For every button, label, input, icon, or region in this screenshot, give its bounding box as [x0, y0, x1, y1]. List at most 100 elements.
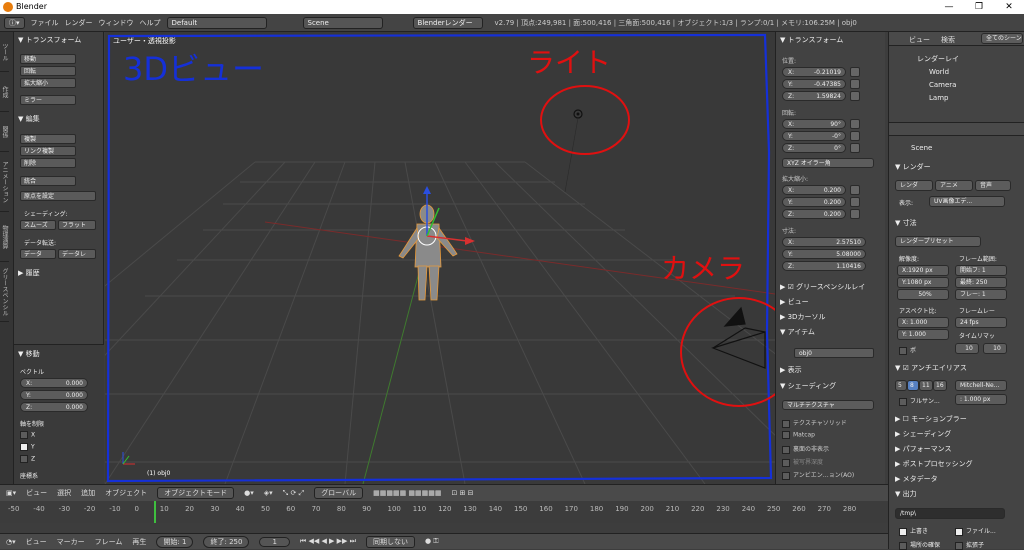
- animation-button[interactable]: アニメ: [935, 180, 973, 191]
- mode-select[interactable]: オブジェクトモード: [157, 487, 235, 499]
- outliner-search-menu[interactable]: 検索: [941, 35, 955, 45]
- outliner-world[interactable]: World: [929, 68, 949, 76]
- location-y-field[interactable]: Y: -0.47385: [782, 79, 846, 89]
- full-sample-checkbox[interactable]: フルサン...: [899, 396, 940, 406]
- properties-tabs[interactable]: [889, 122, 1024, 136]
- orientation-select[interactable]: グローバル: [314, 487, 364, 499]
- scale-button[interactable]: 拡大縮小: [20, 78, 76, 88]
- end-frame-field[interactable]: 終了: 250: [203, 535, 250, 548]
- rotation-x-field[interactable]: X: 90°: [782, 119, 846, 129]
- placeholders-checkbox[interactable]: 場所の確保: [899, 540, 940, 550]
- time-remap-old-field[interactable]: 10: [955, 343, 979, 354]
- render-presets-select[interactable]: レンダープリセット: [895, 236, 981, 247]
- transform-panel-header[interactable]: ▼ トランスフォーム: [18, 35, 99, 45]
- depth-of-field-checkbox[interactable]: 被写界深度: [782, 457, 823, 467]
- constraint-z-checkbox[interactable]: Z: [20, 455, 100, 463]
- current-frame-marker[interactable]: [154, 501, 156, 523]
- filter-size-field[interactable]: : 1.000 px: [955, 394, 1007, 405]
- delete-button[interactable]: 削除: [20, 158, 76, 168]
- texture-solid-checkbox[interactable]: テクスチャソリッド: [782, 418, 847, 428]
- snap-toggle[interactable]: ⊡ ⊞ ⊟: [452, 489, 474, 497]
- add-menu[interactable]: 追加: [81, 488, 95, 498]
- minimize-button[interactable]: —: [934, 0, 964, 14]
- editor-type-icon[interactable]: ⓘ▾: [4, 16, 25, 29]
- time-remap-new-field[interactable]: 10: [983, 343, 1007, 354]
- scale-y-field[interactable]: Y: 0.200: [782, 197, 846, 207]
- frame-start-field[interactable]: 開始フ: 1: [955, 265, 1007, 276]
- audio-button[interactable]: 音声: [975, 180, 1011, 191]
- render-engine-select[interactable]: Blenderレンダー: [412, 16, 483, 29]
- layout-select[interactable]: Default: [166, 16, 267, 29]
- lock-icon[interactable]: [850, 67, 860, 77]
- timeline-view-menu[interactable]: ビュー: [26, 537, 47, 547]
- motion-blur-panel-header[interactable]: ▶ ☐ モーションブラー: [895, 414, 967, 424]
- performance-panel-header[interactable]: ▶ パフォーマンス: [895, 444, 951, 454]
- timeline-ruler[interactable]: -50 -40 -30 -20 -10 0 10 20 30 40 50 60 70 80 90 100 110…: [0, 501, 888, 523]
- menu-window[interactable]: ウィンドウ: [99, 18, 134, 28]
- constraint-x-checkbox[interactable]: X: [20, 431, 100, 439]
- matcap-checkbox[interactable]: Matcap: [782, 431, 815, 439]
- scale-x-field[interactable]: X: 0.200: [782, 185, 846, 195]
- outliner-lamp[interactable]: Lamp: [929, 94, 948, 102]
- 3d-cursor-panel-header[interactable]: ▶ 3Dカーソル: [780, 312, 825, 322]
- menu-render[interactable]: レンダー: [65, 18, 93, 28]
- outliner-render-layers[interactable]: レンダーレイ: [917, 54, 959, 64]
- scene-select[interactable]: Scene: [302, 16, 383, 29]
- view-menu[interactable]: ビュー: [26, 488, 47, 498]
- shading-panel-header-2[interactable]: ▶ シェーディング: [895, 429, 951, 439]
- object-name-field[interactable]: obj0: [794, 348, 874, 358]
- aa-8-button[interactable]: 8: [907, 380, 919, 391]
- z-gizmo-head-icon[interactable]: [423, 186, 431, 194]
- file-extension-checkbox[interactable]: ファイル...: [955, 526, 996, 536]
- move-operator-header[interactable]: ▼ 移動: [18, 349, 100, 359]
- location-x-field[interactable]: X: -0.21019: [782, 67, 846, 77]
- vector-y-field[interactable]: Y: 0.000: [20, 390, 88, 400]
- tab-relations[interactable]: 関係: [0, 112, 9, 152]
- object-menu[interactable]: オブジェクト: [105, 488, 147, 498]
- timeline-frame-menu[interactable]: フレーム: [95, 537, 123, 547]
- display-select[interactable]: UV画像エデ...: [929, 196, 1005, 207]
- viewport-shading-button[interactable]: ●▾: [244, 489, 254, 497]
- rotate-button[interactable]: 回転: [20, 66, 76, 76]
- link-duplicate-button[interactable]: リンク複製: [20, 146, 76, 156]
- aspect-x-field[interactable]: X: 1.000: [897, 317, 949, 328]
- shading-panel-header[interactable]: ▼ シェーディング: [780, 381, 836, 391]
- rotation-z-field[interactable]: Z: 0°: [782, 143, 846, 153]
- dimension-x-field[interactable]: X: 2.57510: [782, 237, 866, 247]
- lock-icon[interactable]: [850, 131, 860, 141]
- lock-icon[interactable]: [850, 209, 860, 219]
- metadata-panel-header[interactable]: ▶ メタデータ: [895, 474, 938, 484]
- tab-animation[interactable]: アニメーション: [0, 152, 9, 212]
- sync-select[interactable]: 同期しない: [365, 535, 415, 548]
- select-menu[interactable]: 選択: [57, 488, 71, 498]
- pivot-point-button[interactable]: ◈▾: [264, 489, 273, 497]
- aa-11-button[interactable]: 11: [919, 380, 933, 391]
- tab-grease-pencil[interactable]: グリースペンシル: [0, 262, 9, 322]
- playback-controls[interactable]: ⏮ ◀◀ ◀ ▶ ▶▶ ⏭: [300, 537, 356, 546]
- lock-icon[interactable]: [850, 119, 860, 129]
- outliner-camera[interactable]: Camera: [929, 81, 956, 89]
- post-processing-panel-header[interactable]: ▶ ポストプロセッシング: [895, 459, 973, 469]
- tab-physics[interactable]: 物理演算: [0, 212, 9, 262]
- translate-button[interactable]: 移動: [20, 54, 76, 64]
- join-button[interactable]: 統合: [20, 176, 76, 186]
- n-transform-header[interactable]: ▼ トランスフォーム: [780, 35, 843, 45]
- aa-5-button[interactable]: 5: [895, 380, 907, 391]
- outliner-view-menu[interactable]: ビュー: [909, 35, 930, 45]
- ambient-occlusion-checkbox[interactable]: アンビエン…ョン(AO): [782, 470, 854, 480]
- vector-x-field[interactable]: X: 0.000: [20, 378, 88, 388]
- rotation-mode-select[interactable]: XYZ オイラー角: [782, 158, 874, 168]
- smooth-button[interactable]: スムーズ: [20, 220, 56, 230]
- 3d-viewport[interactable]: 3Dビュー ライト カメラ ユーザー・透視投影 (1) obj0: [105, 32, 775, 484]
- overwrite-checkbox[interactable]: 上書き: [899, 526, 928, 536]
- extension-checkbox[interactable]: 拡張子: [955, 540, 984, 550]
- menu-file[interactable]: ファイル: [31, 18, 59, 28]
- mirror-button[interactable]: ミラー: [20, 95, 76, 105]
- shading-mode-select[interactable]: マルチテクスチャ: [782, 400, 874, 410]
- data-transfer-button[interactable]: データ: [20, 249, 56, 259]
- dimension-y-field[interactable]: Y: 5.08000: [782, 249, 866, 259]
- menu-help[interactable]: ヘルプ: [140, 18, 161, 28]
- render-panel-header[interactable]: ▼ レンダー: [895, 162, 931, 172]
- editor-type-button[interactable]: ▣▾: [6, 489, 16, 497]
- timeline-playback-menu[interactable]: 再生: [132, 537, 146, 547]
